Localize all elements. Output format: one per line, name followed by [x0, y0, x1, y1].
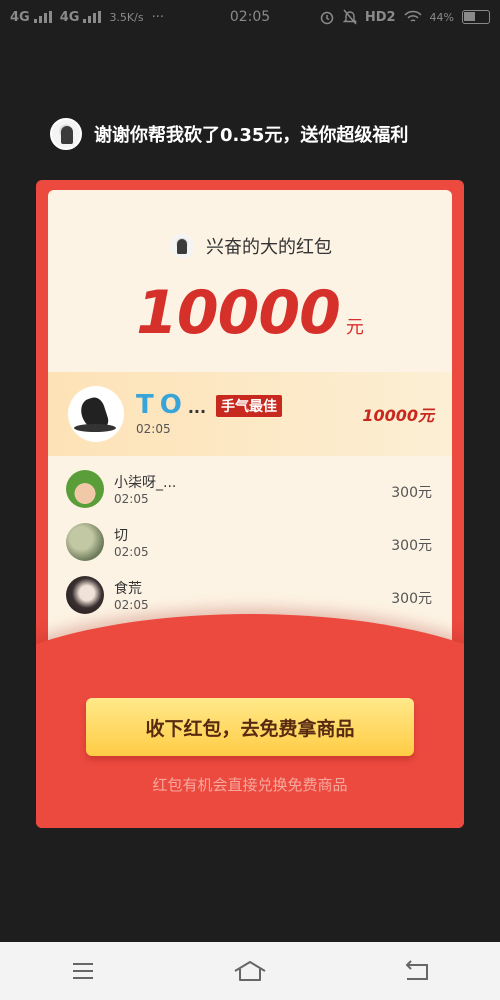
amount-value: 10000 — [136, 278, 341, 348]
hd-indicator: HD2 — [364, 9, 396, 25]
back-icon — [405, 960, 428, 980]
recipient-name: 切 — [114, 528, 128, 544]
battery-percent: 44% — [429, 10, 454, 24]
network-label: 4G — [59, 9, 80, 25]
recipient-time: 02:05 — [114, 492, 149, 506]
redeem-hint: 红包有机会直接兑换免费商品 — [152, 776, 348, 794]
best-luck-time: 02:05 — [136, 422, 171, 436]
battery-icon — [462, 10, 490, 24]
recipient-avatar — [66, 576, 104, 614]
more-indicator: ··· — [151, 9, 164, 25]
list-item[interactable]: 小柒呀_... 02:05 300元 — [48, 462, 452, 515]
list-item[interactable]: 切 02:05 300元 — [48, 515, 452, 568]
network-label: 4G — [10, 9, 30, 25]
recipient-time: 02:05 — [114, 545, 149, 559]
collect-red-packet-button[interactable]: 收下红包，去免费拿商品 — [86, 698, 414, 756]
recipient-avatar — [66, 523, 104, 561]
recipient-time: 02:05 — [114, 598, 149, 612]
recipient-amount: 300元 — [391, 485, 432, 501]
envelope-amount: 10000 元 — [48, 278, 452, 348]
recipient-amount: 300元 — [391, 591, 432, 607]
network-speed: 3.5K/s — [109, 10, 144, 24]
recipient-amount: 300元 — [391, 538, 432, 554]
recipient-name: 食荒 — [114, 581, 142, 597]
best-luck-badge: 手气最佳 — [216, 395, 282, 417]
best-luck-ellipsis: ... — [187, 398, 207, 417]
signal-bars-icon — [83, 11, 102, 23]
envelope-paper: 兴奋的大的红包 10000 元 TO... 手气最佳 02:05 10000元 … — [48, 190, 452, 660]
alarm-icon — [320, 11, 334, 25]
recipient-list: 小柒呀_... 02:05 300元 切 02:05 300元 食荒 02:05… — [48, 462, 452, 621]
mute-bell-icon — [342, 9, 357, 25]
signal-bars-icon — [33, 11, 52, 23]
wifi-icon — [404, 10, 422, 22]
amount-unit: 元 — [345, 317, 364, 338]
status-right: HD2 44% — [319, 9, 490, 25]
home-button[interactable] — [220, 951, 280, 991]
envelope-sender-name: 兴奋的大的红包 — [206, 237, 332, 258]
recipient-avatar — [66, 470, 104, 508]
best-luck-row[interactable]: TO... 手气最佳 02:05 10000元 — [48, 372, 452, 456]
header-message: 谢谢你帮我砍了0.35元，送你超级福利 — [94, 125, 409, 146]
best-luck-name-text: TO — [136, 390, 188, 420]
network-signal-2: 4G — [60, 10, 102, 25]
navigation-bar — [0, 942, 500, 1000]
header-message-row: 谢谢你帮我砍了0.35元，送你超级福利 — [50, 116, 470, 152]
recipient-name: 小柒呀_... — [114, 475, 177, 491]
best-luck-avatar — [68, 386, 124, 442]
status-bar: 4G 4G 3.5K/s ··· 02:05 HD2 44% — [0, 0, 500, 34]
menu-button[interactable] — [53, 951, 113, 991]
home-icon — [234, 961, 266, 981]
sender-avatar — [50, 118, 82, 150]
back-button[interactable] — [387, 951, 447, 991]
envelope-sender-avatar — [168, 232, 196, 260]
best-luck-name: TO... — [136, 390, 206, 420]
network-signal-1: 4G — [10, 10, 52, 25]
best-luck-amount: 10000元 — [362, 406, 434, 425]
red-envelope-card: 兴奋的大的红包 10000 元 TO... 手气最佳 02:05 10000元 … — [36, 180, 464, 828]
menu-icon — [73, 963, 94, 979]
status-left: 4G 4G 3.5K/s ··· — [10, 10, 164, 25]
status-time: 02:05 — [229, 9, 271, 25]
envelope-sender: 兴奋的大的红包 — [48, 232, 452, 260]
